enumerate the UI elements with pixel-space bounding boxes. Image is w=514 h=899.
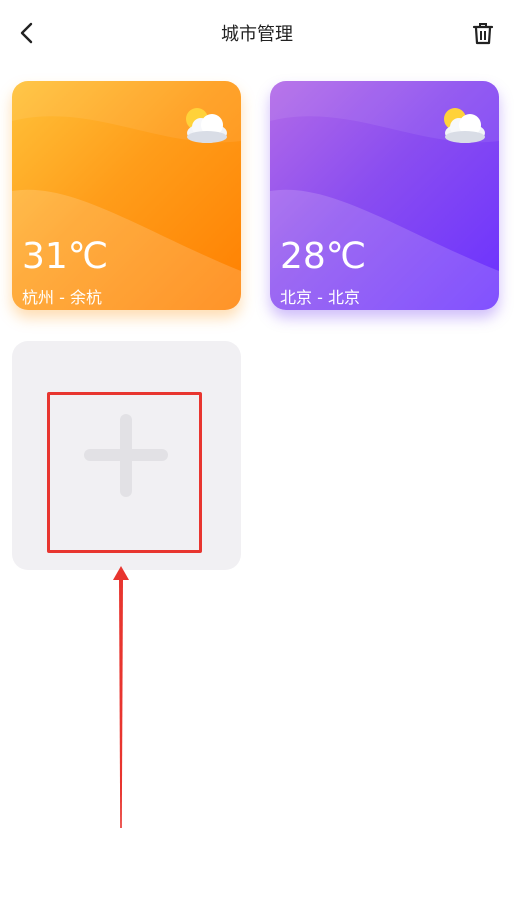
annotation-arrow-icon bbox=[113, 566, 129, 828]
city-location: 北京 - 北京 bbox=[280, 288, 360, 307]
city-location: 杭州 - 余杭 bbox=[22, 288, 102, 307]
top-bar: 城市管理 bbox=[0, 0, 514, 66]
city-card[interactable]: 31℃ 杭州 - 余杭 bbox=[12, 81, 241, 310]
city-card[interactable]: 28℃ 北京 - 北京 bbox=[270, 81, 499, 310]
temperature: 31℃ bbox=[22, 236, 109, 277]
partly-cloudy-icon bbox=[177, 103, 231, 147]
annotation-highlight-box bbox=[47, 392, 202, 553]
temperature: 28℃ bbox=[280, 236, 367, 277]
page-title: 城市管理 bbox=[221, 24, 293, 45]
partly-cloudy-icon bbox=[435, 103, 489, 147]
trash-icon[interactable] bbox=[468, 18, 498, 48]
